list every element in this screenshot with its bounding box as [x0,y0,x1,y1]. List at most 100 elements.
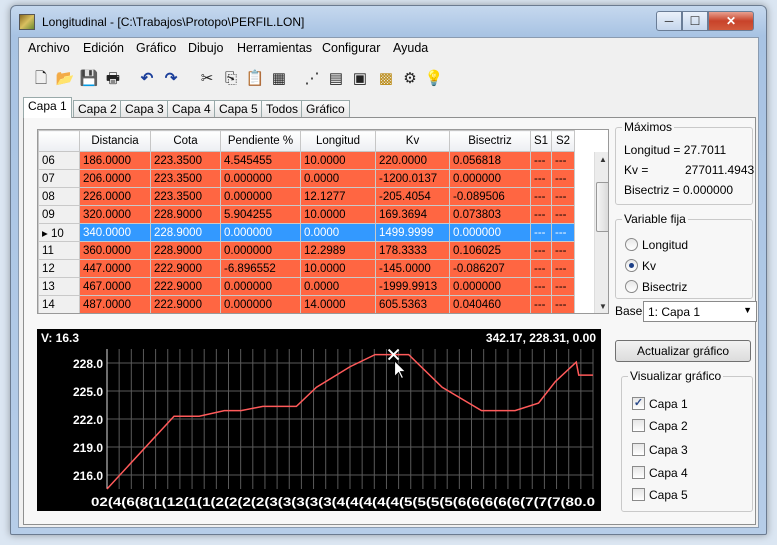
checkbox-capa-3-label[interactable]: Capa 3 [649,443,688,457]
checkbox-capa-3[interactable] [632,443,645,456]
checkbox-capa-5-label[interactable]: Capa 5 [649,488,688,502]
table-cell[interactable]: 206.0000 [79,169,151,188]
table-cell[interactable]: 223.3500 [150,187,221,206]
row-number[interactable]: 08 [38,187,80,206]
checkbox-capa-2[interactable] [632,419,645,432]
menu-herramientas[interactable]: Herramientas [237,41,312,55]
table-row[interactable]: 07 206.0000 223.3500 0.000000 0.0000 -1200.01… [38,169,575,188]
table-cell[interactable]: -0.086207 [449,259,531,278]
table-cell[interactable]: 0.000000 [220,295,301,313]
table-cell[interactable]: 186.0000 [79,151,151,170]
row-number[interactable]: 06 [38,151,80,170]
tab-grafico[interactable]: Gráfico [301,100,350,118]
table-cell[interactable]: 228.9000 [150,223,221,242]
redo-icon[interactable]: ↷ [160,68,182,90]
table-cell[interactable]: 0.106025 [449,241,531,260]
table-cell[interactable]: --- [530,205,552,224]
table-cell[interactable]: 4.545455 [220,151,301,170]
table-cell[interactable]: 340.0000 [79,223,151,242]
row-number[interactable]: 09 [38,205,80,224]
col-header-cota[interactable]: Cota [150,130,221,152]
table-cell[interactable]: --- [530,151,552,170]
table-cell[interactable]: 178.3333 [375,241,450,260]
table-cell[interactable]: 222.9000 [150,277,221,296]
col-header-bisectriz[interactable]: Bisectriz [449,130,531,152]
paste-icon[interactable]: 📋 [244,68,266,90]
table-cell[interactable]: 1499.9999 [375,223,450,242]
table-cell[interactable]: -6.896552 [220,259,301,278]
col-header-longitud[interactable]: Longitud [300,130,376,152]
table-icon[interactable]: ▤ [325,68,347,90]
settings-icon[interactable]: ⚙ [399,68,421,90]
table-cell[interactable]: 14.0000 [300,295,376,313]
menu-edicion[interactable]: Edición [83,41,124,55]
base-select[interactable]: 1: Capa 1 ▼ [643,301,757,322]
checkbox-capa-4[interactable] [632,466,645,479]
table-cell[interactable]: --- [530,259,552,278]
table-cell[interactable]: 0.000000 [449,169,531,188]
table-cell[interactable]: --- [551,169,575,188]
radio-longitud[interactable] [625,238,638,251]
row-number[interactable]: 12 [38,259,80,278]
print-icon[interactable]: 🖶 [102,68,124,90]
table-cell[interactable]: --- [551,259,575,278]
table-cell[interactable]: --- [530,295,552,313]
table-row[interactable]: ▸ 10 340.0000 228.9000 0.000000 0.0000 1499.9… [38,223,575,242]
profile-icon[interactable]: ⋰ [301,68,323,90]
minimize-button[interactable]: ─ [656,11,682,31]
radio-bisectriz-label[interactable]: Bisectriz [642,280,687,294]
table-cell[interactable]: 12.2989 [300,241,376,260]
close-button[interactable]: ✕ [708,11,754,31]
table-cell[interactable]: 10.0000 [300,205,376,224]
table-cell[interactable]: 10.0000 [300,259,376,278]
table-cell[interactable]: 169.3694 [375,205,450,224]
open-icon[interactable]: 📂 [54,68,76,90]
table-cell[interactable]: --- [530,241,552,260]
table-cell[interactable]: 0.0000 [300,277,376,296]
table-row[interactable]: 12 447.0000 222.9000 -6.896552 10.0000 -145.0… [38,259,575,278]
table-cell[interactable]: 487.0000 [79,295,151,313]
table-cell[interactable]: --- [551,151,575,170]
row-number[interactable]: 13 [38,277,80,296]
title-bar[interactable]: Longitudinal - [C:\Trabajos\Protopo\PERF… [11,6,766,36]
table-cell[interactable]: --- [551,187,575,206]
table-cell[interactable]: 5.904255 [220,205,301,224]
table-row[interactable]: 06 186.0000 223.3500 4.545455 10.0000 220.000… [38,151,575,170]
table-cell[interactable]: 0.000000 [220,241,301,260]
table-cell[interactable]: 0.000000 [220,187,301,206]
actualizar-grafico-button[interactable]: Actualizar gráfico [615,340,751,362]
table-cell[interactable]: 467.0000 [79,277,151,296]
table-cell[interactable]: 12.1277 [300,187,376,206]
table-row[interactable]: 11 360.0000 228.9000 0.000000 12.2989 178.333… [38,241,575,260]
checkbox-capa-2-label[interactable]: Capa 2 [649,419,688,433]
table-cell[interactable]: 222.9000 [150,259,221,278]
tab-capa-4[interactable]: Capa 4 [167,100,216,118]
tab-todos[interactable]: Todos [261,100,304,118]
cut-icon[interactable]: ✂ [196,68,218,90]
tab-capa-5[interactable]: Capa 5 [214,100,263,118]
table-cell[interactable]: --- [530,187,552,206]
tab-capa-1[interactable]: Capa 1 [23,97,72,118]
table-cell[interactable]: 0.000000 [220,277,301,296]
table-cell[interactable]: 447.0000 [79,259,151,278]
undo-icon[interactable]: ↶ [136,68,158,90]
table-cell[interactable]: 220.0000 [375,151,450,170]
table-row[interactable]: 14 487.0000 222.9000 0.000000 14.0000 605.536… [38,295,575,313]
radio-longitud-label[interactable]: Longitud [642,238,688,252]
new-icon[interactable]: 🗋 [30,68,52,90]
table-cell[interactable]: 0.040460 [449,295,531,313]
table-cell[interactable]: --- [551,241,575,260]
table-cell[interactable]: --- [530,223,552,242]
checkbox-capa-4-label[interactable]: Capa 4 [649,466,688,480]
table-cell[interactable]: 228.9000 [150,205,221,224]
save-icon[interactable]: 💾 [78,68,100,90]
table-scrollbar[interactable]: ▲ ▼ [594,152,608,313]
cota-icon[interactable]: 💡 [423,68,445,90]
table-cell[interactable]: 605.5363 [375,295,450,313]
scroll-down-icon[interactable]: ▼ [595,299,608,313]
tab-capa-2[interactable]: Capa 2 [73,100,122,118]
table-cell[interactable]: 360.0000 [79,241,151,260]
table-cell[interactable]: -0.089506 [449,187,531,206]
checkbox-capa-1-label[interactable]: Capa 1 [649,397,688,411]
menu-archivo[interactable]: Archivo [28,41,70,55]
